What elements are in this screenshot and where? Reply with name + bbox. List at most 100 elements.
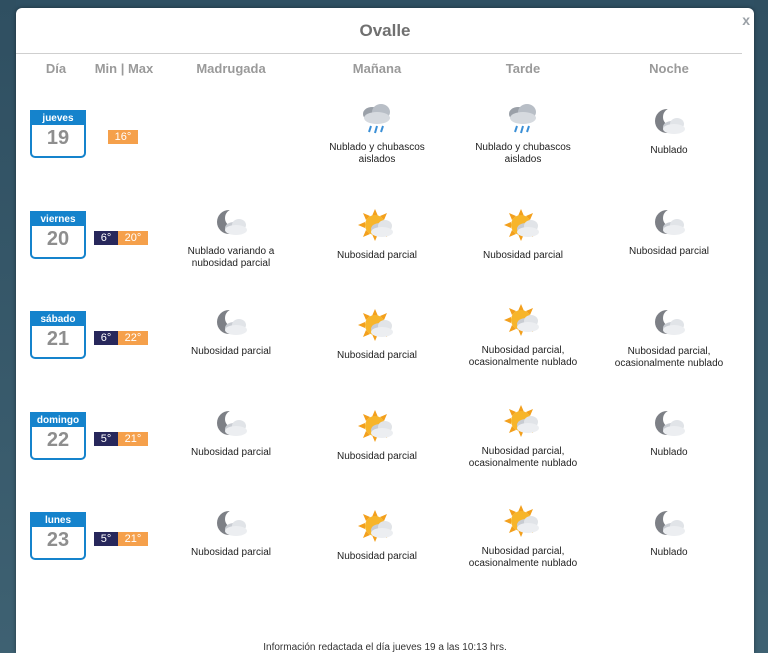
sun-cloud-icon bbox=[448, 208, 598, 244]
description-line: Nubosidad parcial, bbox=[481, 345, 565, 356]
header-minmax: Min | Max bbox=[94, 61, 154, 76]
description-line: Nubosidad parcial, bbox=[627, 346, 711, 357]
date-number: 22 bbox=[46, 429, 70, 451]
background-right bbox=[754, 0, 768, 653]
header-madrugada: Madrugada bbox=[196, 61, 266, 76]
max-temperature: 21° bbox=[118, 532, 148, 546]
min-temperature: 6° bbox=[94, 231, 118, 245]
forecast-description: Nublado bbox=[594, 447, 744, 459]
description-line: Nubosidad parcial bbox=[190, 447, 272, 458]
forecast-description: Nubosidad parcial bbox=[302, 250, 452, 262]
forecast-cell: Nublado y chubascos aislados bbox=[448, 102, 598, 166]
modal-title: Ovalle bbox=[359, 21, 411, 40]
forecast-cell: Nubosidad parcial, ocasionalmente nublado bbox=[448, 504, 598, 570]
forecast-description: Nubosidad parcial bbox=[302, 451, 452, 463]
description-line: ocasionalmente nublado bbox=[468, 558, 578, 569]
forecast-description: Nublado y chubascos aislados bbox=[448, 142, 598, 166]
description-line: Nublado bbox=[650, 447, 688, 458]
max-temperature: 16° bbox=[108, 130, 138, 144]
date-badge: lunes 23 bbox=[30, 512, 86, 560]
header-manana: Mañana bbox=[352, 61, 402, 76]
description-line: ocasionalmente nublado bbox=[468, 458, 578, 469]
min-temperature: 5° bbox=[94, 432, 118, 446]
forecast-description: Nubosidad parcial bbox=[302, 551, 452, 563]
weekday-label: lunes bbox=[32, 514, 84, 527]
forecast-cell: Nublado y chubascos aislados bbox=[302, 102, 452, 166]
description-line: Nubosidad parcial bbox=[336, 551, 418, 562]
forecast-row: sábado 21 6° 22° Nubosidad parcial Nubosida… bbox=[16, 303, 754, 403]
moon-cloud-icon bbox=[156, 409, 306, 441]
weekday-label: jueves bbox=[32, 112, 84, 125]
header-noche: Noche bbox=[649, 61, 689, 76]
moon-cloud-icon bbox=[156, 509, 306, 541]
description-line: Nublado bbox=[650, 547, 688, 558]
description-line: ocasionalmente nublado bbox=[614, 358, 724, 369]
moon-cloud-icon bbox=[156, 308, 306, 340]
description-line: Nublado y chubascos bbox=[329, 142, 425, 153]
forecast-description: Nubosidad parcial bbox=[448, 250, 598, 262]
forecast-cell: Nubosidad parcial bbox=[302, 509, 452, 563]
forecast-cell: Nubosidad parcial, ocasionalmente nublado bbox=[448, 303, 598, 369]
description-line: Nubosidad parcial bbox=[336, 451, 418, 462]
forecast-description: Nubosidad parcial, ocasionalmente nublado bbox=[448, 345, 598, 369]
date-badge: domingo 22 bbox=[30, 412, 86, 460]
date-number: 23 bbox=[46, 529, 70, 551]
description-line: Nubosidad parcial bbox=[482, 250, 564, 261]
max-temperature: 20° bbox=[118, 231, 148, 245]
forecast-description: Nublado bbox=[594, 547, 744, 559]
sun-cloud-icon bbox=[448, 404, 598, 440]
forecast-description: Nubosidad parcial bbox=[156, 346, 306, 358]
sun-cloud-icon bbox=[302, 308, 452, 344]
info-footer: Información redactada el día jueves 19 a… bbox=[263, 642, 507, 653]
weekday-label: viernes bbox=[32, 213, 84, 226]
forecast-row: domingo 22 5° 21° Nubosidad parcial Nubosid… bbox=[16, 404, 754, 504]
forecast-description: Nubosidad parcial bbox=[594, 246, 744, 258]
forecast-cell: Nublado bbox=[594, 509, 744, 559]
max-temperature: 22° bbox=[118, 331, 148, 345]
description-line: nubosidad parcial bbox=[191, 258, 271, 269]
header-day: Día bbox=[45, 61, 67, 76]
rain-cloud-icon bbox=[302, 102, 452, 136]
min-temperature: 5° bbox=[94, 532, 118, 546]
forecast-cell: Nubosidad parcial, ocasionalmente nublado bbox=[448, 404, 598, 470]
forecast-cell: Nubosidad parcial, ocasionalmente nublado bbox=[594, 308, 744, 370]
forecast-cell: Nubosidad parcial bbox=[448, 208, 598, 262]
header-tarde: Tarde bbox=[505, 61, 541, 76]
forecast-description: Nubosidad parcial bbox=[302, 350, 452, 362]
moon-cloud-icon bbox=[594, 107, 744, 139]
sun-cloud-icon bbox=[302, 208, 452, 244]
weekday-label: domingo bbox=[32, 414, 84, 427]
forecast-description: Nublado bbox=[594, 145, 744, 157]
forecast-cell: Nublado bbox=[594, 107, 744, 157]
temperature-range: 5° 21° bbox=[94, 532, 148, 546]
forecast-description: Nubosidad parcial, ocasionalmente nublado bbox=[448, 446, 598, 470]
forecast-description: Nubosidad parcial bbox=[156, 447, 306, 459]
forecast-description: Nubosidad parcial, ocasionalmente nublado bbox=[448, 546, 598, 570]
moon-cloud-icon bbox=[156, 208, 306, 240]
forecast-cell: Nubosidad parcial bbox=[302, 208, 452, 262]
description-line: Nubosidad parcial bbox=[628, 246, 710, 257]
description-line: Nublado bbox=[650, 145, 688, 156]
date-number: 21 bbox=[46, 328, 70, 350]
max-temperature: 21° bbox=[118, 432, 148, 446]
moon-cloud-icon bbox=[594, 509, 744, 541]
forecast-cell: Nubosidad parcial bbox=[302, 409, 452, 463]
description-line: Nubosidad parcial bbox=[336, 250, 418, 261]
forecast-description: Nublado variando a nubosidad parcial bbox=[156, 246, 306, 270]
forecast-row: viernes 20 6° 20° Nublado variando a nubosid… bbox=[16, 203, 754, 303]
forecast-cell: Nubosidad parcial bbox=[156, 308, 306, 358]
forecast-cell: Nubosidad parcial bbox=[594, 208, 744, 258]
description-line: Nublado variando a bbox=[187, 246, 275, 257]
forecast-description: Nublado y chubascos aislados bbox=[302, 142, 452, 166]
description-line: aislados bbox=[504, 154, 542, 165]
date-number: 19 bbox=[46, 127, 70, 149]
forecast-cell: Nubosidad parcial bbox=[156, 509, 306, 559]
description-line: Nubosidad parcial, bbox=[481, 446, 565, 457]
temperature-range: 16° bbox=[108, 130, 138, 144]
sun-cloud-icon bbox=[448, 504, 598, 540]
forecast-modal: x Ovalle Día Min | Max Madrugada Mañana … bbox=[16, 8, 754, 653]
forecast-row: lunes 23 5° 21° Nubosidad parcial Nubosidad… bbox=[16, 504, 754, 604]
date-badge: jueves 19 bbox=[30, 110, 86, 158]
temperature-range: 5° 21° bbox=[94, 432, 148, 446]
temperature-range: 6° 22° bbox=[94, 331, 148, 345]
